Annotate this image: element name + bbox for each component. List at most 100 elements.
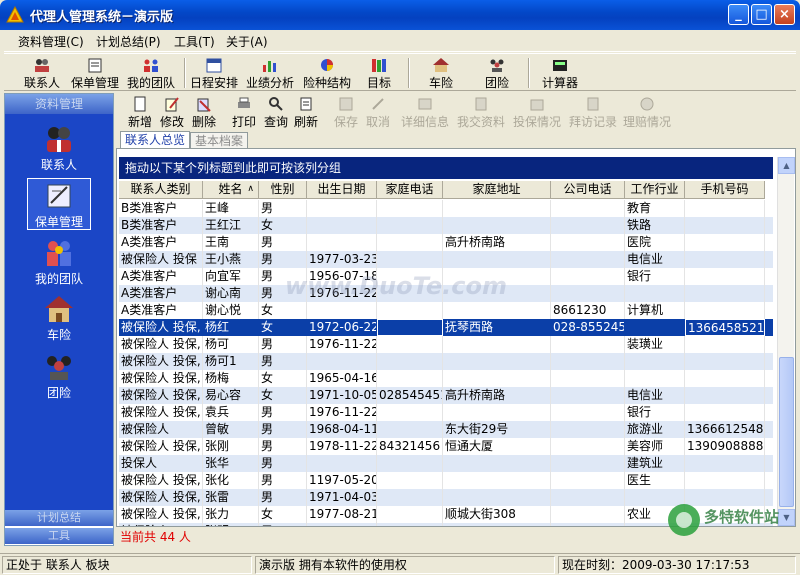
cell-home-phone[interactable] <box>377 234 443 251</box>
sidebar-item-contacts[interactable]: 联系人 <box>9 122 109 174</box>
cell-birth-date[interactable] <box>307 455 377 472</box>
cell-gender[interactable]: 女 <box>259 370 307 387</box>
cell-gender[interactable]: 男 <box>259 251 307 268</box>
cell-gender[interactable]: 女 <box>259 319 307 336</box>
cell-home-phone[interactable] <box>377 268 443 285</box>
toolbar-schedule-button[interactable]: 日程安排 <box>188 56 240 90</box>
cell-birth-date[interactable] <box>307 353 377 370</box>
header-col-company-phone[interactable]: 公司电话 <box>551 181 625 199</box>
toolbar-contacts-button[interactable]: 联系人 <box>22 56 62 90</box>
cell-name[interactable]: 王小燕 <box>203 251 259 268</box>
sidebar-item-car-insurance[interactable]: 车险 <box>9 292 109 344</box>
cell-birth-date[interactable]: 1971-04-03 <box>307 489 377 506</box>
refresh-button[interactable]: 刷新 <box>292 95 320 129</box>
cell-home-address[interactable]: 顺城大街308 <box>443 506 551 523</box>
cell-home-address[interactable]: 恒通大厦 <box>443 438 551 455</box>
cell-home-phone[interactable] <box>377 472 443 489</box>
cell-company-phone[interactable] <box>551 506 625 523</box>
cell-home-phone[interactable] <box>377 421 443 438</box>
cell-company-phone[interactable] <box>551 336 625 353</box>
cell-birth-date[interactable] <box>307 234 377 251</box>
cell-gender[interactable]: 女 <box>259 387 307 404</box>
cell-home-phone[interactable] <box>377 217 443 234</box>
cell-name[interactable]: 杨可1 <box>203 353 259 370</box>
cell-mobile[interactable] <box>685 404 765 421</box>
cell-contact-type[interactable]: 被保险人 投保, <box>119 319 203 336</box>
cell-contact-type[interactable]: A类准客户 <box>119 285 203 302</box>
cell-home-address[interactable] <box>443 404 551 421</box>
header-col-contact-type[interactable]: 联系人类别 <box>119 181 203 199</box>
cell-contact-type[interactable]: B类准客户 <box>119 217 203 234</box>
cell-mobile[interactable] <box>685 251 765 268</box>
cell-home-address[interactable] <box>443 217 551 234</box>
cell-gender[interactable]: 女 <box>259 217 307 234</box>
cell-mobile[interactable]: 1390908888 <box>685 438 765 455</box>
cell-birth-date[interactable] <box>307 200 377 217</box>
table-row[interactable]: 被保险人张明男1966-05-13 <box>119 523 773 526</box>
cell-industry[interactable]: 电信业 <box>625 251 685 268</box>
sidebar-header[interactable]: 资料管理 <box>5 94 113 114</box>
cell-birth-date[interactable]: 1977-03-23 <box>307 251 377 268</box>
edit-button[interactable]: 修改 <box>158 95 186 129</box>
cell-company-phone[interactable] <box>551 523 625 526</box>
cell-gender[interactable]: 男 <box>259 285 307 302</box>
cell-contact-type[interactable]: 投保人 <box>119 455 203 472</box>
header-col-home-phone[interactable]: 家庭电话 <box>377 181 443 199</box>
toolbar-insurance-structure-button[interactable]: 险种结构 <box>300 56 354 90</box>
cell-industry[interactable] <box>625 523 685 526</box>
cell-home-phone[interactable]: 02854545123 <box>377 387 443 404</box>
cell-mobile[interactable] <box>685 472 765 489</box>
cell-home-address[interactable] <box>443 200 551 217</box>
cell-gender[interactable]: 女 <box>259 506 307 523</box>
cell-gender[interactable]: 女 <box>259 302 307 319</box>
scroll-down-arrow[interactable]: ▼ <box>778 509 795 526</box>
visit-records-button[interactable]: 拜访记录 <box>568 95 618 129</box>
cell-home-phone[interactable]: 84321456 <box>377 438 443 455</box>
cell-home-phone[interactable] <box>377 404 443 421</box>
tab-basic-profile[interactable]: 基本档案 <box>190 132 249 149</box>
table-row[interactable]: 被保险人 投保, 袁兵男 1976-11-22 银行 <box>119 404 773 421</box>
table-row[interactable]: 被保险人 投保, 张刚男 1978-11-22 84321456 恒通大厦 美容师 1390… <box>119 438 773 455</box>
maximize-button[interactable]: □ <box>751 4 772 25</box>
details-button[interactable]: 详细信息 <box>400 95 450 129</box>
cell-home-address[interactable]: 高升桥南路 <box>443 387 551 404</box>
submitted-docs-button[interactable]: 我交资料 <box>456 95 506 129</box>
cell-industry[interactable]: 教育 <box>625 200 685 217</box>
toolbar-policy-button[interactable]: 保单管理 <box>68 56 122 90</box>
cell-company-phone[interactable] <box>551 472 625 489</box>
cell-contact-type[interactable]: 被保险人 投保, <box>119 472 203 489</box>
cell-mobile[interactable] <box>685 489 765 506</box>
cell-industry[interactable] <box>625 319 685 336</box>
sidebar-item-policy[interactable]: 保单管理 <box>27 178 91 230</box>
cell-contact-type[interactable]: 被保险人 投保, <box>119 489 203 506</box>
cell-industry[interactable]: 电信业 <box>625 387 685 404</box>
cell-name[interactable]: 张明 <box>203 523 259 526</box>
cell-contact-type[interactable]: A类准客户 <box>119 268 203 285</box>
toolbar-car-insurance-button[interactable]: 车险 <box>424 56 458 90</box>
cell-home-phone[interactable] <box>377 506 443 523</box>
table-row[interactable]: A类准客户 王南男 高升桥南路 医院 <box>119 234 773 251</box>
cell-gender[interactable]: 男 <box>259 404 307 421</box>
cell-name[interactable]: 袁兵 <box>203 404 259 421</box>
cell-mobile[interactable] <box>685 217 765 234</box>
header-col-name[interactable]: 姓名 ∧ <box>203 181 259 199</box>
sidebar-footer-tools[interactable]: 工具 <box>5 528 113 544</box>
table-row[interactable]: 被保险人 投保, 张雷男 1971-04-03 <box>119 489 773 506</box>
cell-contact-type[interactable]: A类准客户 <box>119 234 203 251</box>
cell-industry[interactable]: 银行 <box>625 268 685 285</box>
cell-home-address[interactable]: 东大街29号 <box>443 421 551 438</box>
header-col-birth-date[interactable]: 出生日期 <box>307 181 377 199</box>
cell-industry[interactable]: 农业 <box>625 506 685 523</box>
cell-name[interactable]: 杨红 <box>203 319 259 336</box>
scroll-thumb[interactable] <box>779 357 794 507</box>
cell-industry[interactable]: 美容师 <box>625 438 685 455</box>
menu-plan-summary[interactable]: 计划总结(P) <box>96 33 161 50</box>
cell-contact-type[interactable]: 被保险人 <box>119 523 203 526</box>
cell-contact-type[interactable]: 被保险人 投保, <box>119 404 203 421</box>
cell-home-address[interactable] <box>443 251 551 268</box>
table-row[interactable]: 被保险人 投保, 张化男 1197-05-20 医生 <box>119 472 773 489</box>
cell-gender[interactable]: 男 <box>259 472 307 489</box>
table-row[interactable]: 被保险人 曾敏男 1968-04-11 东大街29号 旅游业 1366612548 <box>119 421 773 438</box>
sidebar-item-team[interactable]: 我的团队 <box>9 236 109 288</box>
cell-company-phone[interactable] <box>551 421 625 438</box>
